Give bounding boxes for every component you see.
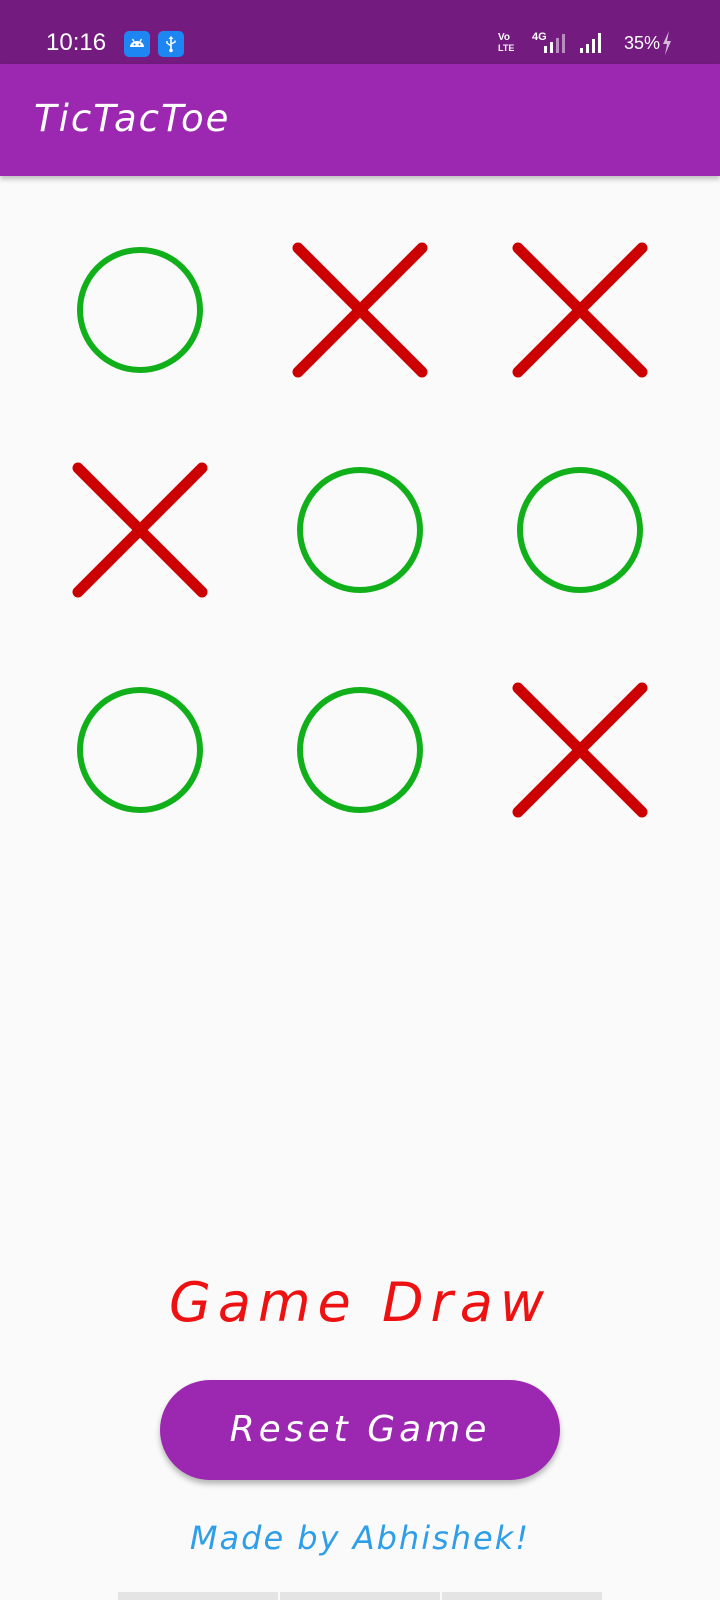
- board-cell-5[interactable]: O: [270, 440, 450, 620]
- board-cell-7[interactable]: O: [50, 660, 230, 840]
- nav-hint-bar: [280, 1592, 440, 1600]
- board-cell-8[interactable]: O: [270, 660, 450, 840]
- board-cell-6[interactable]: O: [490, 440, 670, 620]
- nav-hint-bar: [442, 1592, 602, 1600]
- x-mark-icon: [512, 242, 648, 378]
- app-bar: TicTacToe: [0, 64, 720, 176]
- board-cell-1[interactable]: O: [50, 220, 230, 400]
- signal-icon: [580, 33, 601, 53]
- credit-text: Made by Abhishek!: [189, 1519, 531, 1557]
- board-cell-2[interactable]: X: [270, 220, 450, 400]
- board-cell-9[interactable]: X: [490, 660, 670, 840]
- game-board: O X X X O O O O X: [0, 180, 720, 880]
- svg-text:Vo: Vo: [498, 32, 510, 43]
- charging-icon: [663, 31, 671, 55]
- android-icon: [124, 31, 150, 57]
- game-status-message: Game Draw: [169, 1271, 551, 1334]
- svg-text:LTE: LTE: [498, 43, 514, 53]
- app-title: TicTacToe: [34, 97, 231, 140]
- x-mark-icon: [512, 682, 648, 818]
- 4g-signal-icon: 4G: [532, 31, 565, 53]
- o-mark-icon: [517, 467, 643, 593]
- o-mark-icon: [77, 687, 203, 813]
- o-mark-icon: [77, 247, 203, 373]
- usb-icon: [158, 31, 184, 57]
- status-bar: 10:16 Vo LTE 4G 35%: [0, 0, 720, 64]
- svg-text:4G: 4G: [532, 31, 547, 43]
- x-mark-icon: [292, 242, 428, 378]
- board-cell-4[interactable]: X: [50, 440, 230, 620]
- board-cell-3[interactable]: X: [490, 220, 670, 400]
- reset-game-button[interactable]: Reset Game: [160, 1380, 560, 1480]
- o-mark-icon: [297, 467, 423, 593]
- nav-hint-bar: [118, 1592, 278, 1600]
- volte-icon: Vo LTE: [498, 32, 514, 53]
- battery-percent: 35%: [624, 33, 661, 53]
- status-time: 10:16: [46, 29, 107, 56]
- o-mark-icon: [297, 687, 423, 813]
- x-mark-icon: [72, 462, 208, 598]
